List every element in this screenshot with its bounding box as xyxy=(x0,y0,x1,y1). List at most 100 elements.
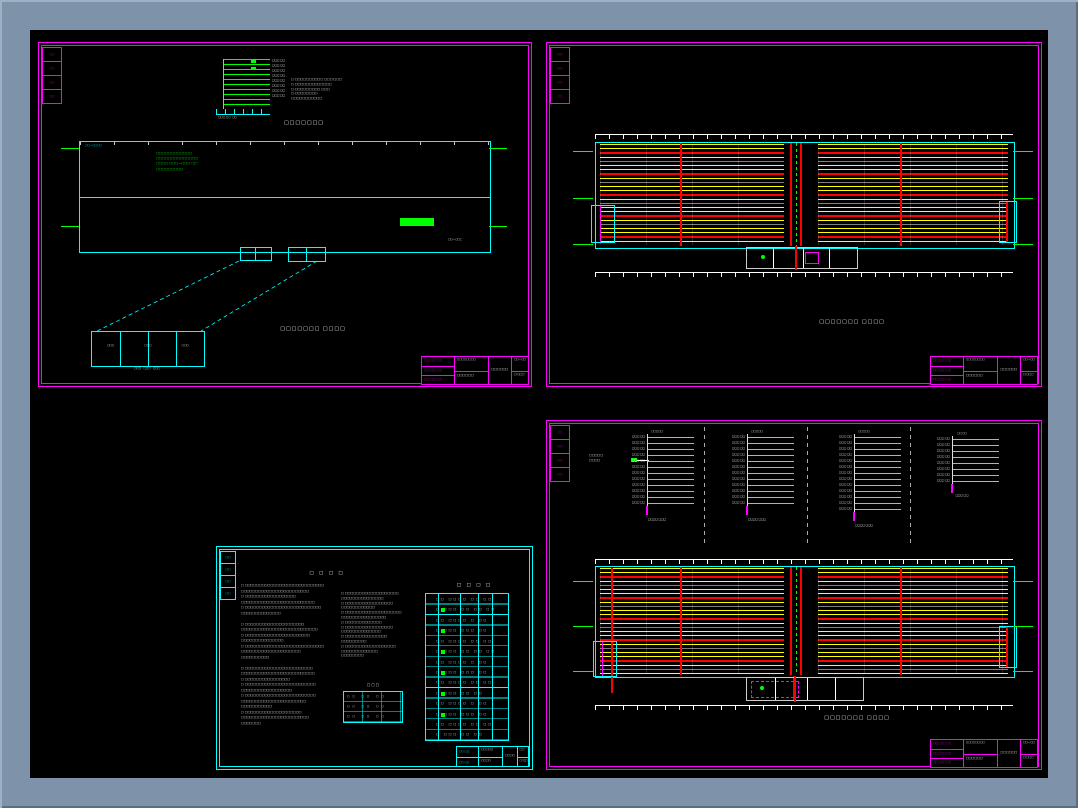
riser-ladder xyxy=(223,59,270,109)
project-name: □□□□ xyxy=(479,756,503,767)
wing-left xyxy=(600,568,784,674)
plan-title: □□□□□□□ □□□□ xyxy=(280,326,346,332)
axis-tick xyxy=(61,148,79,149)
sheet-floor-plan-2: □□ □□ □□ □□ □□□□□ □□□□ □□□□□ □□□ □□ □□□ □□ □□□… xyxy=(546,420,1042,770)
drawing-name: □□□□ xyxy=(505,754,515,757)
title-block: □□ □□ □□ □□ □□□□□ □□□□ □□□□ □□ □:□□ xyxy=(456,746,529,767)
table-divider xyxy=(460,594,461,740)
bus-segment xyxy=(853,512,855,521)
floor-plan-outline xyxy=(595,142,1015,249)
detail-divider xyxy=(176,332,177,366)
dimension-ticks-top xyxy=(595,134,1013,139)
project-name: □□□□□□ xyxy=(454,370,488,385)
circuit-label: □□□ □□ xyxy=(838,507,852,510)
green-note-line: □□□□□□□□□ xyxy=(156,166,184,171)
red-riser-line xyxy=(1006,202,1008,242)
axis-tick xyxy=(489,148,507,149)
panel-box xyxy=(805,252,819,264)
sheet-site-plan: □□ □□ □□ □□ □□□ □□ □□□ □□ □□□ □□ □□□ □□ □□□ □□ □… xyxy=(38,42,532,387)
bus-segment xyxy=(646,506,648,515)
axis-tick xyxy=(573,198,593,199)
title-block: □□ □□□ □□ □□ □□□ □□ □□ □□□ □□ □□□□□□□□ □□□… xyxy=(421,356,529,385)
table-divider xyxy=(438,594,439,740)
revision-row: □□ □□□ □□ xyxy=(931,758,963,767)
branch-lines xyxy=(747,434,794,506)
riser-base-label: □□□·□□ □□ xyxy=(218,116,237,119)
org-name: □□□□□□□□ xyxy=(965,358,985,361)
table-row: □□ □□ □□ xyxy=(347,705,387,708)
sheet-design-notes: □□ □□ □□ □□ □ □ □ □ □ □□□□□□□□□□□□□□□□□□□□□… xyxy=(216,546,533,770)
side-room-box xyxy=(999,201,1017,243)
sheet-floor-plan-1: □□ □□ □□ □□ □□□□□□□ □□□□ □□ □□□ □□ □□ □□… xyxy=(546,42,1042,387)
circuit-label: □□□ □□ xyxy=(936,479,950,482)
drawing-number: □□—□□ xyxy=(1023,358,1035,361)
room-divider xyxy=(835,678,836,700)
red-riser-line xyxy=(1006,627,1008,667)
revision-row: □□ □□□ □□ xyxy=(931,366,963,375)
column-separator xyxy=(704,427,705,547)
axis-tick xyxy=(1013,626,1033,627)
revision-row: □□ □□□ □□ xyxy=(933,742,952,745)
circuit-label: □□□ □□ xyxy=(631,501,645,504)
branch-lines xyxy=(952,436,999,484)
room-divider xyxy=(807,678,808,700)
table-row: □□ □□ □□ xyxy=(347,715,387,718)
axis-tick xyxy=(573,626,593,627)
axis-tick xyxy=(1013,198,1033,199)
drawing-canvas: □□ □□ □□ □□ □□□ □□ □□□ □□ □□□ □□ □□□ □□ □□□ □□ □… xyxy=(30,30,1048,778)
riser-notes: □·□□□□□□□□□□ □□□·□□□ □·□□□□□□□□□□□□□ □·□□□… xyxy=(291,77,361,101)
riser-device-box xyxy=(251,67,256,70)
bus-segment xyxy=(951,484,953,493)
notes-column-left: □ □□□□□□□□□□□□□□□□□□□□□□□□□□□□ □□□□□□□□□□… xyxy=(241,583,337,726)
red-riser-line xyxy=(680,143,682,246)
revision-row: □□ □□□ □□ xyxy=(422,366,454,375)
signature-cell: □□ xyxy=(550,467,570,482)
wing-right xyxy=(818,144,1008,245)
revision-rows: □□ □□□ □□ □□ □□□ □□ □□ □□□ □□ xyxy=(931,357,963,384)
legend-heading: □ □ □ □ xyxy=(456,583,493,588)
detail-cell-label: □□□ xyxy=(181,344,189,347)
plan-title: □□□□□□□ □□□□ xyxy=(824,715,890,721)
drawing-name: □□□□□□ xyxy=(1000,367,1018,371)
org-name: □□□□□ xyxy=(481,748,494,751)
room-divider xyxy=(829,248,830,268)
drawing-scale: □:□□□ xyxy=(512,370,528,385)
red-riser-line xyxy=(790,143,792,246)
revision-row: □□ □□□ □□ xyxy=(933,359,952,362)
drawing-number: □□—□□ xyxy=(514,358,526,361)
note-line: □□□□□□□□ xyxy=(341,653,364,658)
riser-baseline xyxy=(216,109,270,115)
dimension-ticks-top xyxy=(595,559,1013,564)
signature-cell: □□ xyxy=(550,439,570,454)
wing-left xyxy=(600,144,784,245)
stair-line xyxy=(602,642,603,676)
distribution-panel-4: □□□□ □□□ □□ □□□ □□ □□□ □□ □□□ □□ □□□ □□ □□□ □… xyxy=(922,431,1002,498)
signature-column: □□ □□ □□ □□ xyxy=(550,425,570,482)
axis-tick xyxy=(1013,151,1033,152)
notes-column-middle: □ □□□□□□□□□□□□□□□□□□□ □□□□□□□□□□□□□□□ □ □□… xyxy=(341,591,421,658)
panel-box xyxy=(751,681,799,698)
legend-symbol xyxy=(441,671,445,675)
org-name: □□□□□□□□ xyxy=(456,358,476,361)
revision-row: □□ □□□ □□ xyxy=(931,749,963,758)
detail-divider xyxy=(148,332,149,366)
signature-cell: □□ xyxy=(550,453,570,468)
room-divider xyxy=(255,248,256,260)
signature-column: □□ □□ □□ □□ xyxy=(42,47,62,104)
title-block: □□ □□□ □□ □□ □□□ □□ □□ □□□ □□ □□□□□□□□ □□□… xyxy=(930,356,1038,385)
drawing-scale: □:□□□ xyxy=(1021,370,1037,385)
legend-table: □□ □□□□ □□ □□ □ □□□ □□ □□ □□ □□ □□□□ □ □□ □… xyxy=(425,593,509,741)
enlarged-detail: □□□ □□□ □□□ xyxy=(91,331,205,367)
table-divider xyxy=(492,594,493,740)
riser-diagram: □□□ □□ □□□ □□ □□□ □□ □□□ □□ □□□ □□ □□□ □□ □□□ … xyxy=(214,55,374,121)
green-axis-line xyxy=(796,143,797,246)
notes-heading: □ □ □ □ xyxy=(309,571,345,576)
building-mid-line xyxy=(80,197,490,198)
signature-column: □□ □□ □□ □□ xyxy=(220,551,236,600)
red-riser-line xyxy=(900,143,902,246)
entrance-rooms xyxy=(746,676,864,702)
panel-footer: □□□ □□ xyxy=(955,494,969,497)
drawing-number: □□—□□ xyxy=(1023,741,1035,744)
lamp-symbol xyxy=(761,255,765,259)
viewer-window: □□ □□ □□ □□ □□□ □□ □□□ □□ □□□ □□ □□□ □□ □□□ □□ □… xyxy=(0,0,1078,808)
